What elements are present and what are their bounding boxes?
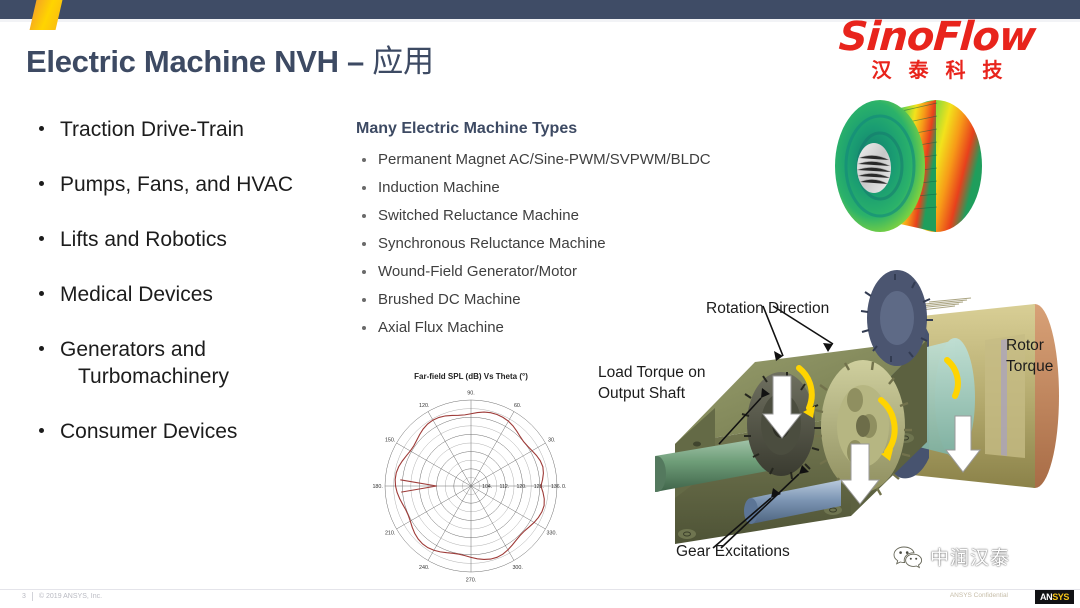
polar-angle-tick-label: 180.	[372, 484, 383, 490]
polar-angle-tick-label: 90.	[467, 391, 475, 397]
page-number: 3	[22, 593, 26, 600]
ansys-logo-part1: AN	[1039, 592, 1053, 602]
list-item-label: Wound-Field Generator/Motor	[378, 263, 577, 280]
bullet-dot-icon	[362, 186, 366, 190]
ansys-logo-badge: ANSYS	[1034, 590, 1074, 604]
list-item-label: Synchronous Reluctance Machine	[378, 235, 606, 252]
polar-angle-tick-label: 120.	[419, 403, 430, 409]
header-accent-shape	[29, 0, 63, 30]
polar-angle-tick-label: 210.	[385, 531, 396, 537]
polar-angle-tick-label: 240.	[419, 565, 430, 571]
polar-radial-tick-label: 120.	[517, 484, 527, 490]
polar-radial-tick-label: 104.	[482, 484, 492, 490]
list-item-label: Induction Machine	[378, 179, 500, 196]
annotation-rotor-torque: Rotor Torque	[1006, 335, 1076, 377]
page-title-chinese: 应用	[372, 44, 434, 80]
annotation-rotor-torque-line2: Torque	[1006, 358, 1054, 375]
sinoflow-logo: SinoFlow 汉 泰 科 技	[812, 14, 1062, 82]
footer-divider	[0, 589, 1080, 590]
applications-list: Traction Drive-Train Pumps, Fans, and HV…	[36, 116, 356, 473]
polar-angle-tick-label: 60.	[514, 403, 522, 409]
bullet-dot-icon	[362, 270, 366, 274]
annotation-rotor-torque-line1: Rotor	[1006, 337, 1044, 354]
list-item: Lifts and Robotics	[36, 226, 356, 253]
list-item-label: Consumer Devices	[60, 420, 238, 443]
annotation-rotation-direction: Rotation Direction	[706, 300, 830, 317]
confidential-label: ANSYS Confidential	[949, 592, 1008, 599]
polar-angle-tick-label: 270.	[466, 577, 477, 583]
list-item: Switched Reluctance Machine	[356, 206, 806, 225]
motor-gearbox-assembly-image	[655, 270, 1059, 549]
polar-angle-tick-label: 300.	[512, 565, 523, 571]
logo-wordmark: SinoFlow	[837, 14, 1037, 60]
far-field-spl-polar-chart: Far-field SPL (dB) Vs Theta (°) 0. 30. 60.…	[356, 372, 586, 600]
list-item-label: Traction Drive-Train	[60, 118, 244, 141]
bullet-dot-icon	[39, 181, 44, 186]
bullet-dot-icon	[39, 428, 44, 433]
wechat-watermark: 中润汉泰	[893, 543, 1010, 570]
bullet-dot-icon	[362, 242, 366, 246]
footer-separator	[31, 592, 33, 601]
list-item: Generators and Turbomachinery	[36, 336, 356, 390]
polar-angle-tick-label: 0.	[562, 484, 567, 490]
machine-types-heading: Many Electric Machine Types	[356, 120, 578, 137]
page-title-english: Electric Machine NVH –	[26, 44, 373, 79]
annotation-load-torque: Load Torque on Output Shaft	[598, 364, 706, 402]
chart-title: Far-field SPL (dB) Vs Theta (°)	[414, 372, 528, 381]
list-item: Traction Drive-Train	[36, 116, 356, 143]
list-item: Induction Machine	[356, 178, 806, 197]
bullet-dot-icon	[39, 291, 44, 296]
list-item-label: Lifts and Robotics	[60, 228, 227, 251]
copyright-text: © 2019 ANSYS, Inc.	[38, 593, 103, 600]
bullet-dot-icon	[362, 214, 366, 218]
list-item: Medical Devices	[36, 281, 356, 308]
watermark-text: 中润汉泰	[930, 547, 1011, 569]
page-title: Electric Machine NVH – 应用	[26, 36, 434, 81]
bullet-dot-icon	[39, 126, 44, 131]
annotation-gear-excitations: Gear Excitations	[676, 543, 790, 560]
bullet-dot-icon	[39, 346, 44, 351]
logo-chinese-name: 汉 泰 科 技	[871, 58, 1008, 82]
polar-radial-tick-label: 136.	[551, 484, 561, 490]
list-item: Permanent Magnet AC/Sine-PWM/SVPWM/BLDC	[356, 150, 806, 169]
bullet-dot-icon	[362, 158, 366, 162]
wechat-icon	[893, 546, 923, 568]
list-item-label: Switched Reluctance Machine	[378, 207, 579, 224]
list-item-label: Axial Flux Machine	[378, 319, 504, 336]
bullet-dot-icon	[362, 298, 366, 302]
polar-grid	[384, 399, 558, 573]
list-item-label: Medical Devices	[60, 283, 213, 306]
footer-left: 3 © 2019 ANSYS, Inc.	[22, 592, 102, 601]
polar-plot-svg: 0. 30. 60. 90. 120. 150. 180. 210. 240. 270. 300. 3…	[372, 391, 567, 584]
bullet-dot-icon	[39, 236, 44, 241]
polar-angle-tick-label: 150.	[385, 437, 396, 443]
list-item-label: Pumps, Fans, and HVAC	[60, 173, 294, 196]
stator-deformation-contour-image	[835, 100, 982, 232]
list-item-label: Brushed DC Machine	[378, 291, 521, 308]
polar-radial-tick-label: 112.	[500, 484, 510, 490]
polar-angle-tick-label: 30.	[548, 437, 556, 443]
list-item: Consumer Devices	[36, 418, 356, 445]
ansys-logo-part2: SYS	[1052, 592, 1069, 602]
list-item: Pumps, Fans, and HVAC	[36, 171, 356, 198]
list-item-label: Generators and	[60, 338, 206, 361]
list-item-label-continued: Turbomachinery	[78, 365, 229, 388]
bullet-dot-icon	[362, 326, 366, 330]
list-item-label: Permanent Magnet AC/Sine-PWM/SVPWM/BLDC	[378, 151, 711, 168]
polar-angle-tick-label: 330.	[547, 531, 558, 537]
